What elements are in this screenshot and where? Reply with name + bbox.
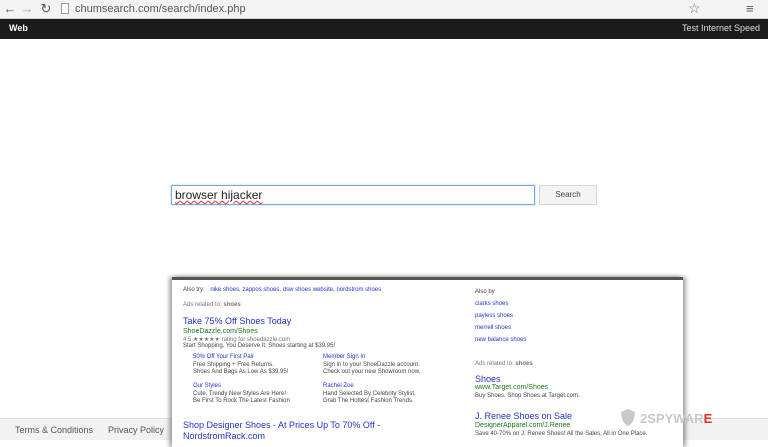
terms-link[interactable]: Terms & Conditions (15, 425, 93, 435)
sitelink-title[interactable]: 50% Off Your First Pair (193, 354, 254, 360)
also-try-link[interactable]: zappos shoes (242, 287, 279, 293)
browser-toolbar: ← → ↻ chumsearch.com/search/index.php ☆ … (0, 0, 768, 19)
sitelink-line: Grab The Hottest Fashion Trends. (323, 398, 414, 404)
sitelink-line: Shoes And Bags As Low As $39.95! (193, 369, 289, 375)
also-by-label: Also by (475, 289, 495, 295)
watermark-text: 2SPYWAR (640, 411, 704, 426)
sitelink-line: Be First To Rock The Latest Fashion (193, 398, 290, 404)
ads-related-term: shoes (515, 361, 533, 367)
ad-description: Save 40-70% on J. Renee Shoes! All the S… (475, 431, 648, 437)
bookmark-star-icon[interactable]: ☆ (688, 0, 701, 17)
forward-icon[interactable]: → (20, 1, 34, 17)
shield-icon (621, 409, 635, 426)
also-try-row: Also try: nike shoes, zappos shoes, dsw … (183, 287, 382, 293)
top-nav-bar: Web Test Internet Speed (0, 19, 768, 39)
sitelink-line: Free Shipping + Free Returns. (193, 362, 274, 368)
search-button[interactable]: Search (539, 185, 597, 205)
ad-title[interactable]: Take 75% Off Shoes Today (183, 316, 291, 326)
sitelink-line: Sign in to your ShoeDazzle account. (323, 362, 420, 368)
ads-related-row: Ads related to: shoes (183, 302, 241, 308)
also-try-link[interactable]: dsw shoes website (283, 287, 333, 293)
also-try-link[interactable]: nike shoes (210, 287, 239, 293)
watermark-text-accent: E (703, 411, 713, 426)
also-by-link[interactable]: payless shoes (475, 313, 513, 319)
menu-icon[interactable]: ≡ (746, 1, 754, 17)
also-by-link[interactable]: merrell shoes (475, 325, 511, 331)
sitelink-line: Check out your new Showroom now. (323, 369, 421, 375)
ads-related-label: Ads related to: (183, 302, 222, 308)
ad-title[interactable]: Shop Designer Shoes - At Prices Up To 70… (183, 420, 380, 430)
sitelink-line: Cute, Trendy New Styles Are Here! (193, 391, 287, 397)
page-icon (61, 3, 69, 14)
ad-title-continued[interactable]: NordstromRack.com (183, 431, 265, 441)
search-query-text: browser hijacker (175, 188, 263, 202)
ad-display-url: DesignerApparel.com/J.Renee (475, 422, 571, 429)
ads-related-term: shoes (223, 302, 241, 308)
also-try-label: Also try: (183, 287, 205, 293)
ad-title[interactable]: J. Renee Shoes on Sale (475, 411, 572, 421)
sitelink-line: Hand Selected By Celebrity Stylist, (323, 391, 416, 397)
tab-web[interactable]: Web (9, 23, 28, 33)
search-input[interactable]: browser hijacker (171, 185, 535, 205)
also-by-link[interactable]: clarks shoes (475, 301, 508, 307)
ad-description: Start Shopping, You Deserve It. Shoes st… (183, 343, 336, 349)
sitelink-title[interactable]: Our Styles (193, 383, 221, 389)
ad-title[interactable]: Shoes (475, 374, 501, 384)
back-icon[interactable]: ← (3, 1, 17, 17)
ad-description: Buy Shoes. Shop Shoes at Target.com. (475, 393, 580, 399)
test-internet-speed-link[interactable]: Test Internet Speed (682, 23, 760, 33)
reload-icon[interactable]: ↻ (39, 1, 53, 17)
also-by-link[interactable]: new balance shoes (475, 337, 526, 343)
ad-display-url: www.Target.com/Shoes (475, 384, 549, 391)
privacy-link[interactable]: Privacy Policy (108, 425, 164, 435)
address-bar[interactable]: chumsearch.com/search/index.php (75, 1, 246, 17)
watermark-logo: 2SPYWARE (640, 411, 712, 426)
ad-rating: 4.5 ★★★★★ rating for shoedazzle.com (183, 337, 291, 343)
ad-display-url: ShoeDazzle.com/Shoes (183, 328, 258, 335)
also-try-link[interactable]: nordstrom shoes (336, 287, 381, 293)
ads-related-label: Ads related to: (475, 361, 514, 367)
search-results-panel: Also try: nike shoes, zappos shoes, dsw … (172, 277, 683, 447)
ads-related-row: Ads related to: shoes (475, 361, 533, 367)
sitelink-title[interactable]: Rachel Zoe (323, 383, 354, 389)
sitelink-title[interactable]: Member Sign In (323, 354, 365, 360)
